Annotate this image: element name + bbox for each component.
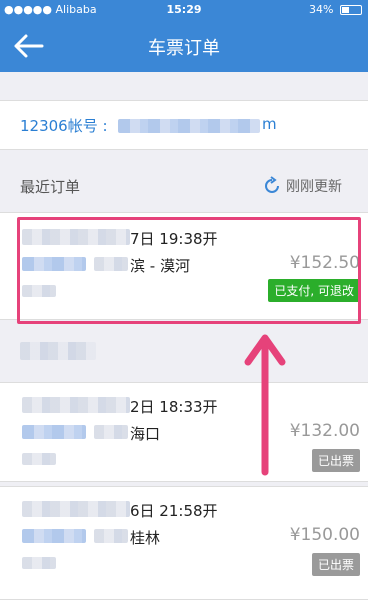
- redacted-route: [22, 529, 86, 543]
- order-price: ¥132.00: [289, 421, 360, 441]
- redacted-date: [22, 501, 130, 517]
- nav-bar: 车票订单: [0, 20, 368, 72]
- account-redacted: [118, 119, 260, 133]
- order-route: 海口: [130, 425, 161, 443]
- up-arrow-icon: [244, 334, 286, 476]
- status-bar: ●●●●● Alibaba 15:29 34%: [0, 0, 368, 20]
- order-card-3[interactable]: 6日 21:58开 桂林 ¥150.00 已出票: [0, 486, 368, 600]
- order-price: ¥150.00: [289, 525, 360, 545]
- order-datetime: 6日 21:58开: [130, 502, 218, 520]
- battery-percent: 34%: [309, 3, 334, 16]
- refresh-status[interactable]: 刚刚更新: [262, 176, 342, 196]
- account-row: 12306帐号 : m: [0, 100, 368, 150]
- order-route: 桂林: [130, 529, 161, 547]
- highlight-box: [17, 217, 361, 324]
- account-tail: m: [262, 115, 277, 133]
- redacted-date: [22, 397, 130, 413]
- order-status-badge: 已出票: [311, 449, 360, 472]
- page-title: 车票订单: [148, 38, 220, 59]
- order-card-2[interactable]: 2日 18:33开 海口 ¥132.00 已出票: [0, 382, 368, 482]
- battery-indicator: 34%: [309, 3, 362, 16]
- redacted-route: [94, 529, 128, 543]
- recent-orders-title: 最近订单: [20, 178, 81, 196]
- order-status-badge: 已出票: [311, 553, 360, 576]
- redacted-detail: [22, 557, 56, 569]
- redacted-route: [94, 425, 128, 439]
- order-datetime: 2日 18:33开: [130, 398, 218, 416]
- refresh-label: 刚刚更新: [286, 179, 342, 195]
- redacted-detail: [22, 453, 56, 465]
- refresh-icon: [265, 176, 279, 193]
- redacted-route: [22, 425, 86, 439]
- redacted-group: [20, 342, 96, 360]
- account-label: 12306帐号 :: [20, 117, 108, 135]
- battery-icon: [340, 5, 362, 15]
- order-group-header: [0, 322, 368, 382]
